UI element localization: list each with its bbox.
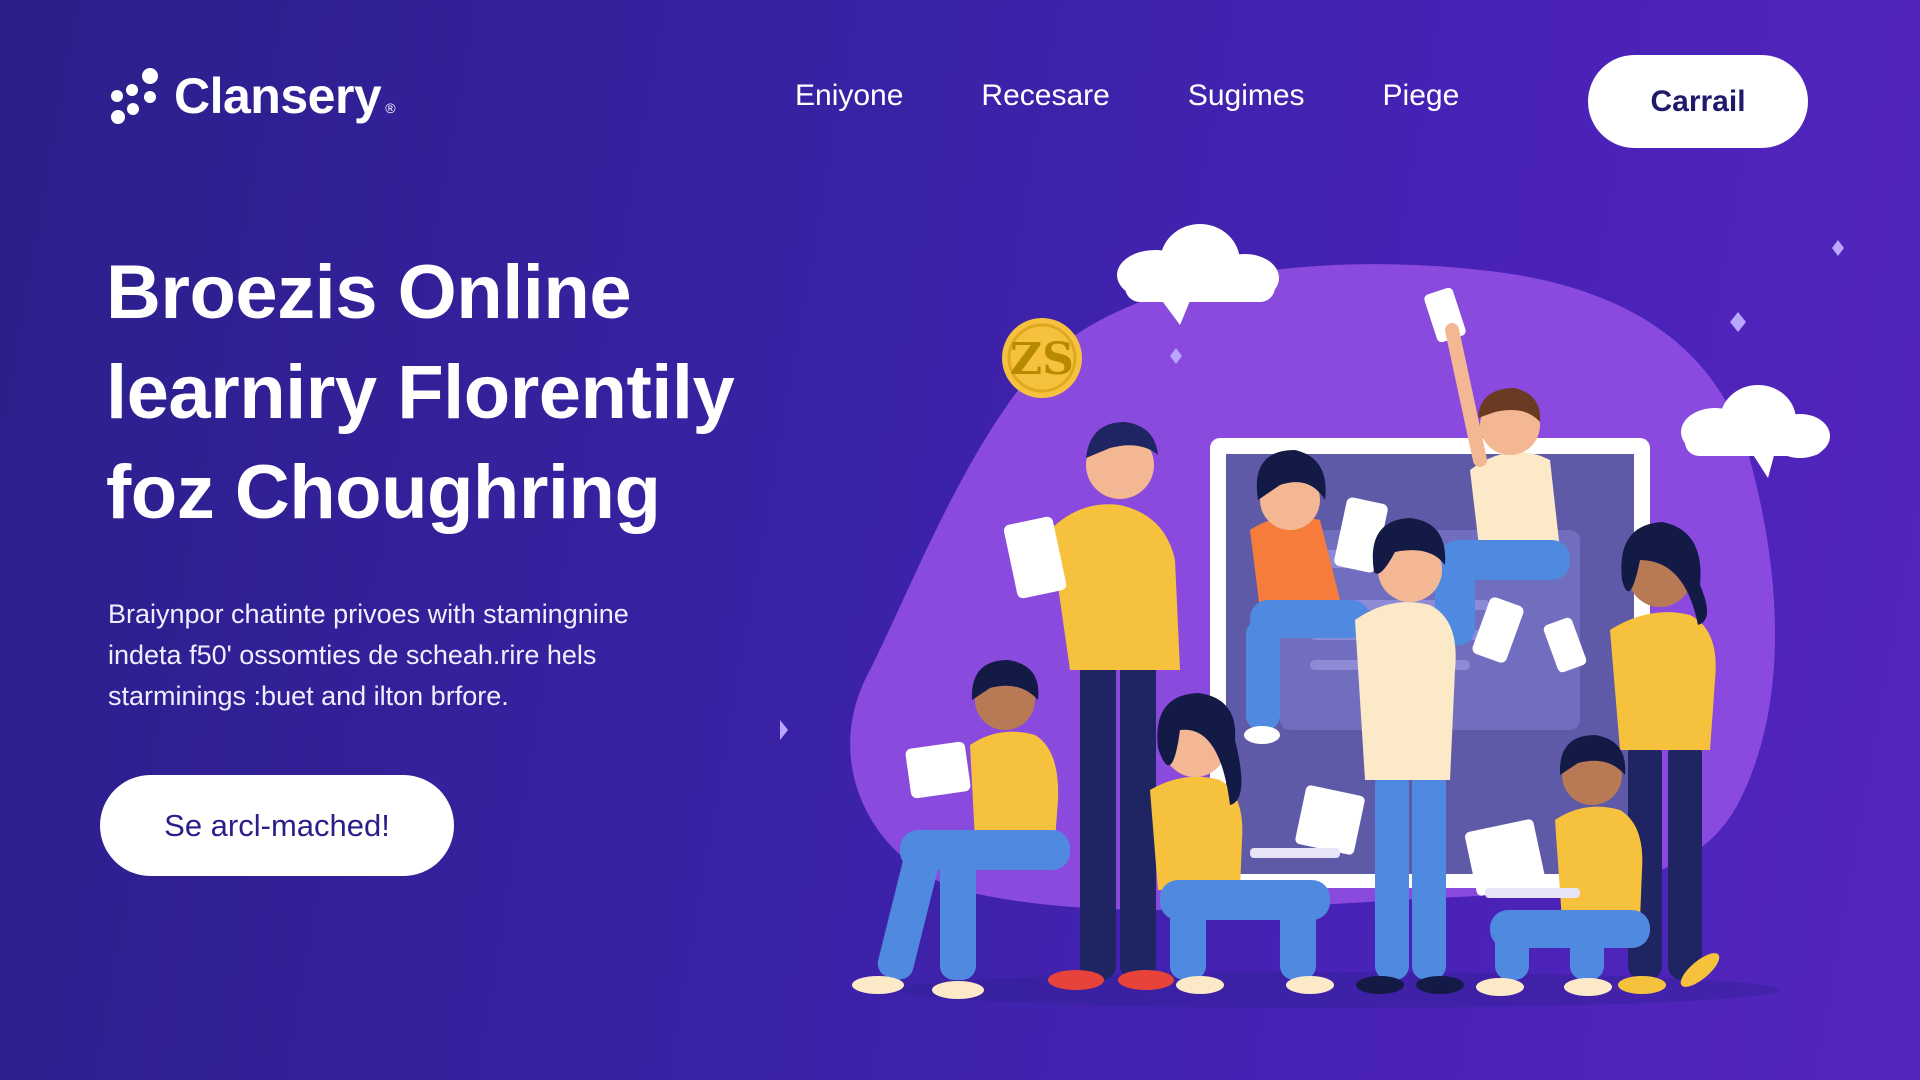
hero-description-line: Braiynpor chatinte privoes with stamingn… xyxy=(108,599,629,629)
nav-item-piege[interactable]: Piege xyxy=(1383,78,1460,114)
hero-description-line: indeta f50' ossomties de scheah.rire hel… xyxy=(108,640,597,670)
brand-registered-mark: ® xyxy=(385,100,396,116)
sparkle-icon xyxy=(1832,240,1844,256)
hero-title-line: learniry Florentily xyxy=(106,350,735,435)
sparkle-icon xyxy=(780,720,788,740)
brand-name: Clansery xyxy=(174,68,382,124)
coin-label: ZS xyxy=(1010,334,1074,385)
sparkle-icon xyxy=(1730,312,1746,332)
hero-title-line: foz Choughring xyxy=(106,450,661,535)
nav-item-sugimes[interactable]: Sugimes xyxy=(1188,78,1305,114)
hero-illustration: ZS xyxy=(780,200,1900,1020)
hero-description-line: starminings :buet and ilton brfore. xyxy=(108,681,509,711)
dots-cluster-icon xyxy=(111,68,158,124)
hero-title: Broezis Online learniry Florentily foz C… xyxy=(106,243,826,543)
nav-item-recesare[interactable]: Recesare xyxy=(981,78,1109,114)
hero-title-line: Broezis Online xyxy=(106,250,632,335)
brand-logo[interactable]: Clansery ® xyxy=(108,64,396,128)
hero-description: Braiynpor chatinte privoes with stamingn… xyxy=(108,594,748,717)
hero-cta-button[interactable]: Se arcl-mached! xyxy=(100,775,454,876)
header-cta-button[interactable]: Carrail xyxy=(1588,55,1808,148)
landing-page: Clansery ® Eniyone Recesare Sugimes Pieg… xyxy=(0,0,1920,1080)
nav-item-eniyone[interactable]: Eniyone xyxy=(795,78,903,114)
coin-icon: ZS xyxy=(1002,318,1082,398)
main-nav: Eniyone Recesare Sugimes Piege xyxy=(795,78,1459,114)
